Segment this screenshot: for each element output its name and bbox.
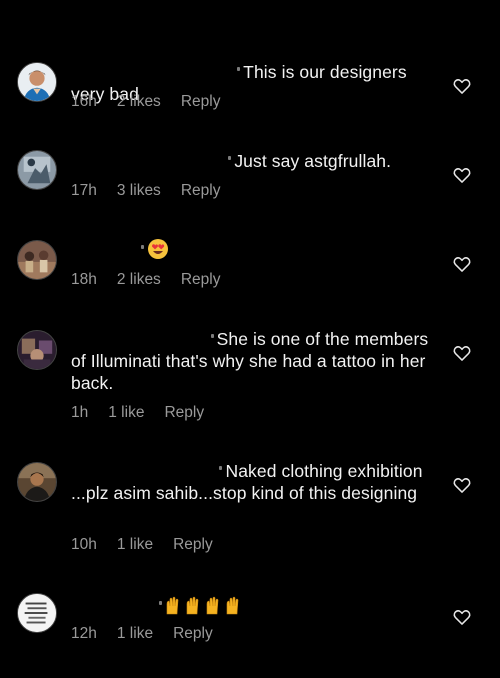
comment-meta: 1h 1 like Reply (71, 404, 204, 422)
likes-count[interactable]: 1 like (108, 404, 144, 421)
like-heart-icon[interactable] (452, 607, 472, 627)
comment-meta: 16h 2 likes Reply (71, 93, 220, 111)
likes-count[interactable]: 1 like (117, 625, 153, 642)
likes-count[interactable]: 2 likes (117, 271, 161, 288)
comment-text: xxxxxxxxxxxxxxxxxxJust say astgfrullah. (71, 150, 441, 172)
reply-button[interactable]: Reply (181, 271, 221, 288)
like-heart-icon[interactable] (452, 343, 472, 363)
timestamp: 10h (71, 536, 97, 553)
reply-button[interactable]: Reply (173, 625, 213, 642)
comment-text: x (71, 238, 441, 265)
like-heart-icon[interactable] (452, 76, 472, 96)
likes-count[interactable]: 1 like (117, 536, 153, 553)
raised-hands-emoji (165, 594, 245, 621)
avatar[interactable] (17, 462, 57, 502)
reply-button[interactable]: Reply (181, 93, 221, 110)
comment-meta: 12h 1 like Reply (71, 625, 213, 643)
like-heart-icon[interactable] (452, 475, 472, 495)
reply-button[interactable]: Reply (164, 404, 204, 421)
comment-meta: 10h 1 like Reply (71, 536, 213, 554)
avatar[interactable] (17, 62, 57, 102)
username-redacted[interactable]: xxxxxxxxxxxxxxxxxxx (71, 61, 241, 83)
comment-text: xxxxxxxxxxxxxxxxxNaked clothing exhibiti… (71, 460, 423, 503)
like-heart-icon[interactable] (452, 254, 472, 274)
avatar[interactable] (17, 593, 57, 633)
heart-eyes-emoji (147, 238, 169, 265)
timestamp: 18h (71, 271, 97, 288)
likes-count[interactable]: 2 likes (117, 93, 161, 110)
timestamp: 12h (71, 625, 97, 642)
comment-text: xxxxxxxxxxxxxxxxShe is one of the member… (71, 328, 429, 393)
comment-text: x (71, 594, 441, 621)
username-redacted[interactable]: x (71, 595, 162, 617)
likes-count[interactable]: 3 likes (117, 182, 161, 199)
reply-button[interactable]: Reply (173, 536, 213, 553)
reply-button[interactable]: Reply (181, 182, 221, 199)
comment-meta: 18h 2 likes Reply (71, 271, 220, 289)
username-redacted[interactable]: xxxxxxxxxxxxxxxxxx (71, 150, 232, 172)
comment-meta: 17h 3 likes Reply (71, 182, 220, 200)
avatar[interactable] (17, 240, 57, 280)
avatar[interactable] (17, 150, 57, 190)
timestamp: 1h (71, 404, 89, 421)
like-heart-icon[interactable] (452, 165, 472, 185)
timestamp: 16h (71, 93, 97, 110)
avatar[interactable] (17, 330, 57, 370)
username-redacted[interactable]: xxxxxxxxxxxxxxxx (71, 328, 214, 350)
username-redacted[interactable]: xxxxxxxxxxxxxxxxx (71, 460, 223, 482)
username-redacted[interactable]: x (71, 239, 144, 261)
timestamp: 17h (71, 182, 97, 199)
